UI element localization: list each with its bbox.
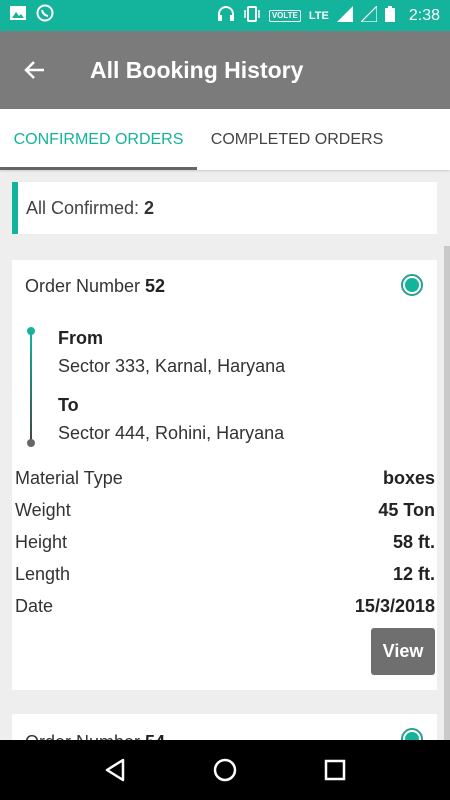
detail-row-height: Height 58 ft. — [15, 532, 435, 553]
nav-home-button[interactable] — [210, 755, 240, 785]
detail-row-length: Length 12 ft. — [15, 564, 435, 585]
navigation-bar — [0, 740, 450, 800]
clock: 2:38 — [408, 6, 440, 24]
notification-icons — [10, 4, 54, 27]
order-number-label: Order Number — [25, 276, 146, 296]
signal-empty-icon — [359, 4, 378, 25]
confirmed-summary: All Confirmed: 2 — [12, 182, 437, 234]
volte-badge: VOLTE — [268, 9, 301, 22]
summary-label: All Confirmed: — [26, 197, 145, 218]
detail-label: Weight — [15, 500, 71, 520]
system-icons: VOLTE LTE 2:38 — [217, 4, 440, 25]
order-select-radio[interactable] — [401, 274, 423, 296]
battery-icon — [384, 6, 395, 25]
summary-count: 2 — [144, 197, 155, 218]
route-connector — [30, 333, 32, 443]
circle-home-icon — [213, 758, 237, 782]
view-button[interactable]: View — [371, 628, 435, 675]
lte-label: LTE — [308, 9, 329, 22]
from-label: From — [58, 328, 103, 348]
summary-accent-bar — [12, 182, 18, 234]
route-line — [27, 327, 35, 447]
to-label: To — [58, 395, 79, 415]
detail-value: boxes — [382, 468, 435, 488]
detail-label: Height — [15, 532, 68, 552]
detail-row-weight: Weight 45 Ton — [15, 500, 435, 521]
order-number-value: 52 — [145, 276, 166, 296]
detail-value: 12 ft. — [392, 564, 435, 584]
route-end-dot — [27, 439, 35, 447]
tab-completed-orders[interactable]: COMPLETED ORDERS — [197, 109, 397, 170]
whatsapp-icon — [36, 4, 54, 27]
order-tabs: CONFIRMED ORDERS COMPLETED ORDERS — [0, 109, 450, 170]
nav-back-button[interactable] — [100, 755, 130, 785]
detail-label: Material Type — [15, 468, 123, 488]
app-bar: All Booking History — [0, 31, 450, 109]
back-arrow-icon — [24, 61, 44, 79]
square-recents-icon — [324, 759, 346, 781]
detail-row-material-type: Material Type boxes — [15, 468, 435, 489]
back-button[interactable] — [22, 57, 48, 83]
scrollbar[interactable] — [444, 246, 450, 746]
vibrate-icon — [243, 6, 261, 25]
triangle-back-icon — [105, 758, 125, 782]
status-bar: VOLTE LTE 2:38 — [0, 0, 450, 31]
detail-label: Date — [15, 596, 54, 616]
headset-icon — [217, 6, 235, 25]
detail-row-date: Date 15/3/2018 — [15, 596, 435, 617]
detail-value: 15/3/2018 — [354, 596, 435, 616]
tab-confirmed-orders[interactable]: CONFIRMED ORDERS — [0, 109, 197, 170]
order-number: Order Number 52 — [25, 276, 165, 297]
detail-label: Length — [15, 564, 71, 584]
nav-recents-button[interactable] — [320, 755, 350, 785]
image-icon — [10, 6, 26, 25]
radio-dot — [405, 278, 419, 292]
from-address: Sector 333, Karnal, Haryana — [58, 356, 286, 376]
page-title: All Booking History — [90, 56, 304, 83]
detail-value: 45 Ton — [378, 500, 435, 520]
summary-text: All Confirmed: 2 — [26, 198, 154, 219]
signal-icon — [336, 6, 353, 25]
detail-value: 58 ft. — [392, 532, 435, 552]
to-address: Sector 444, Rohini, Haryana — [58, 423, 285, 443]
order-card: Order Number 52 From Sector 333, Karnal,… — [12, 260, 437, 690]
